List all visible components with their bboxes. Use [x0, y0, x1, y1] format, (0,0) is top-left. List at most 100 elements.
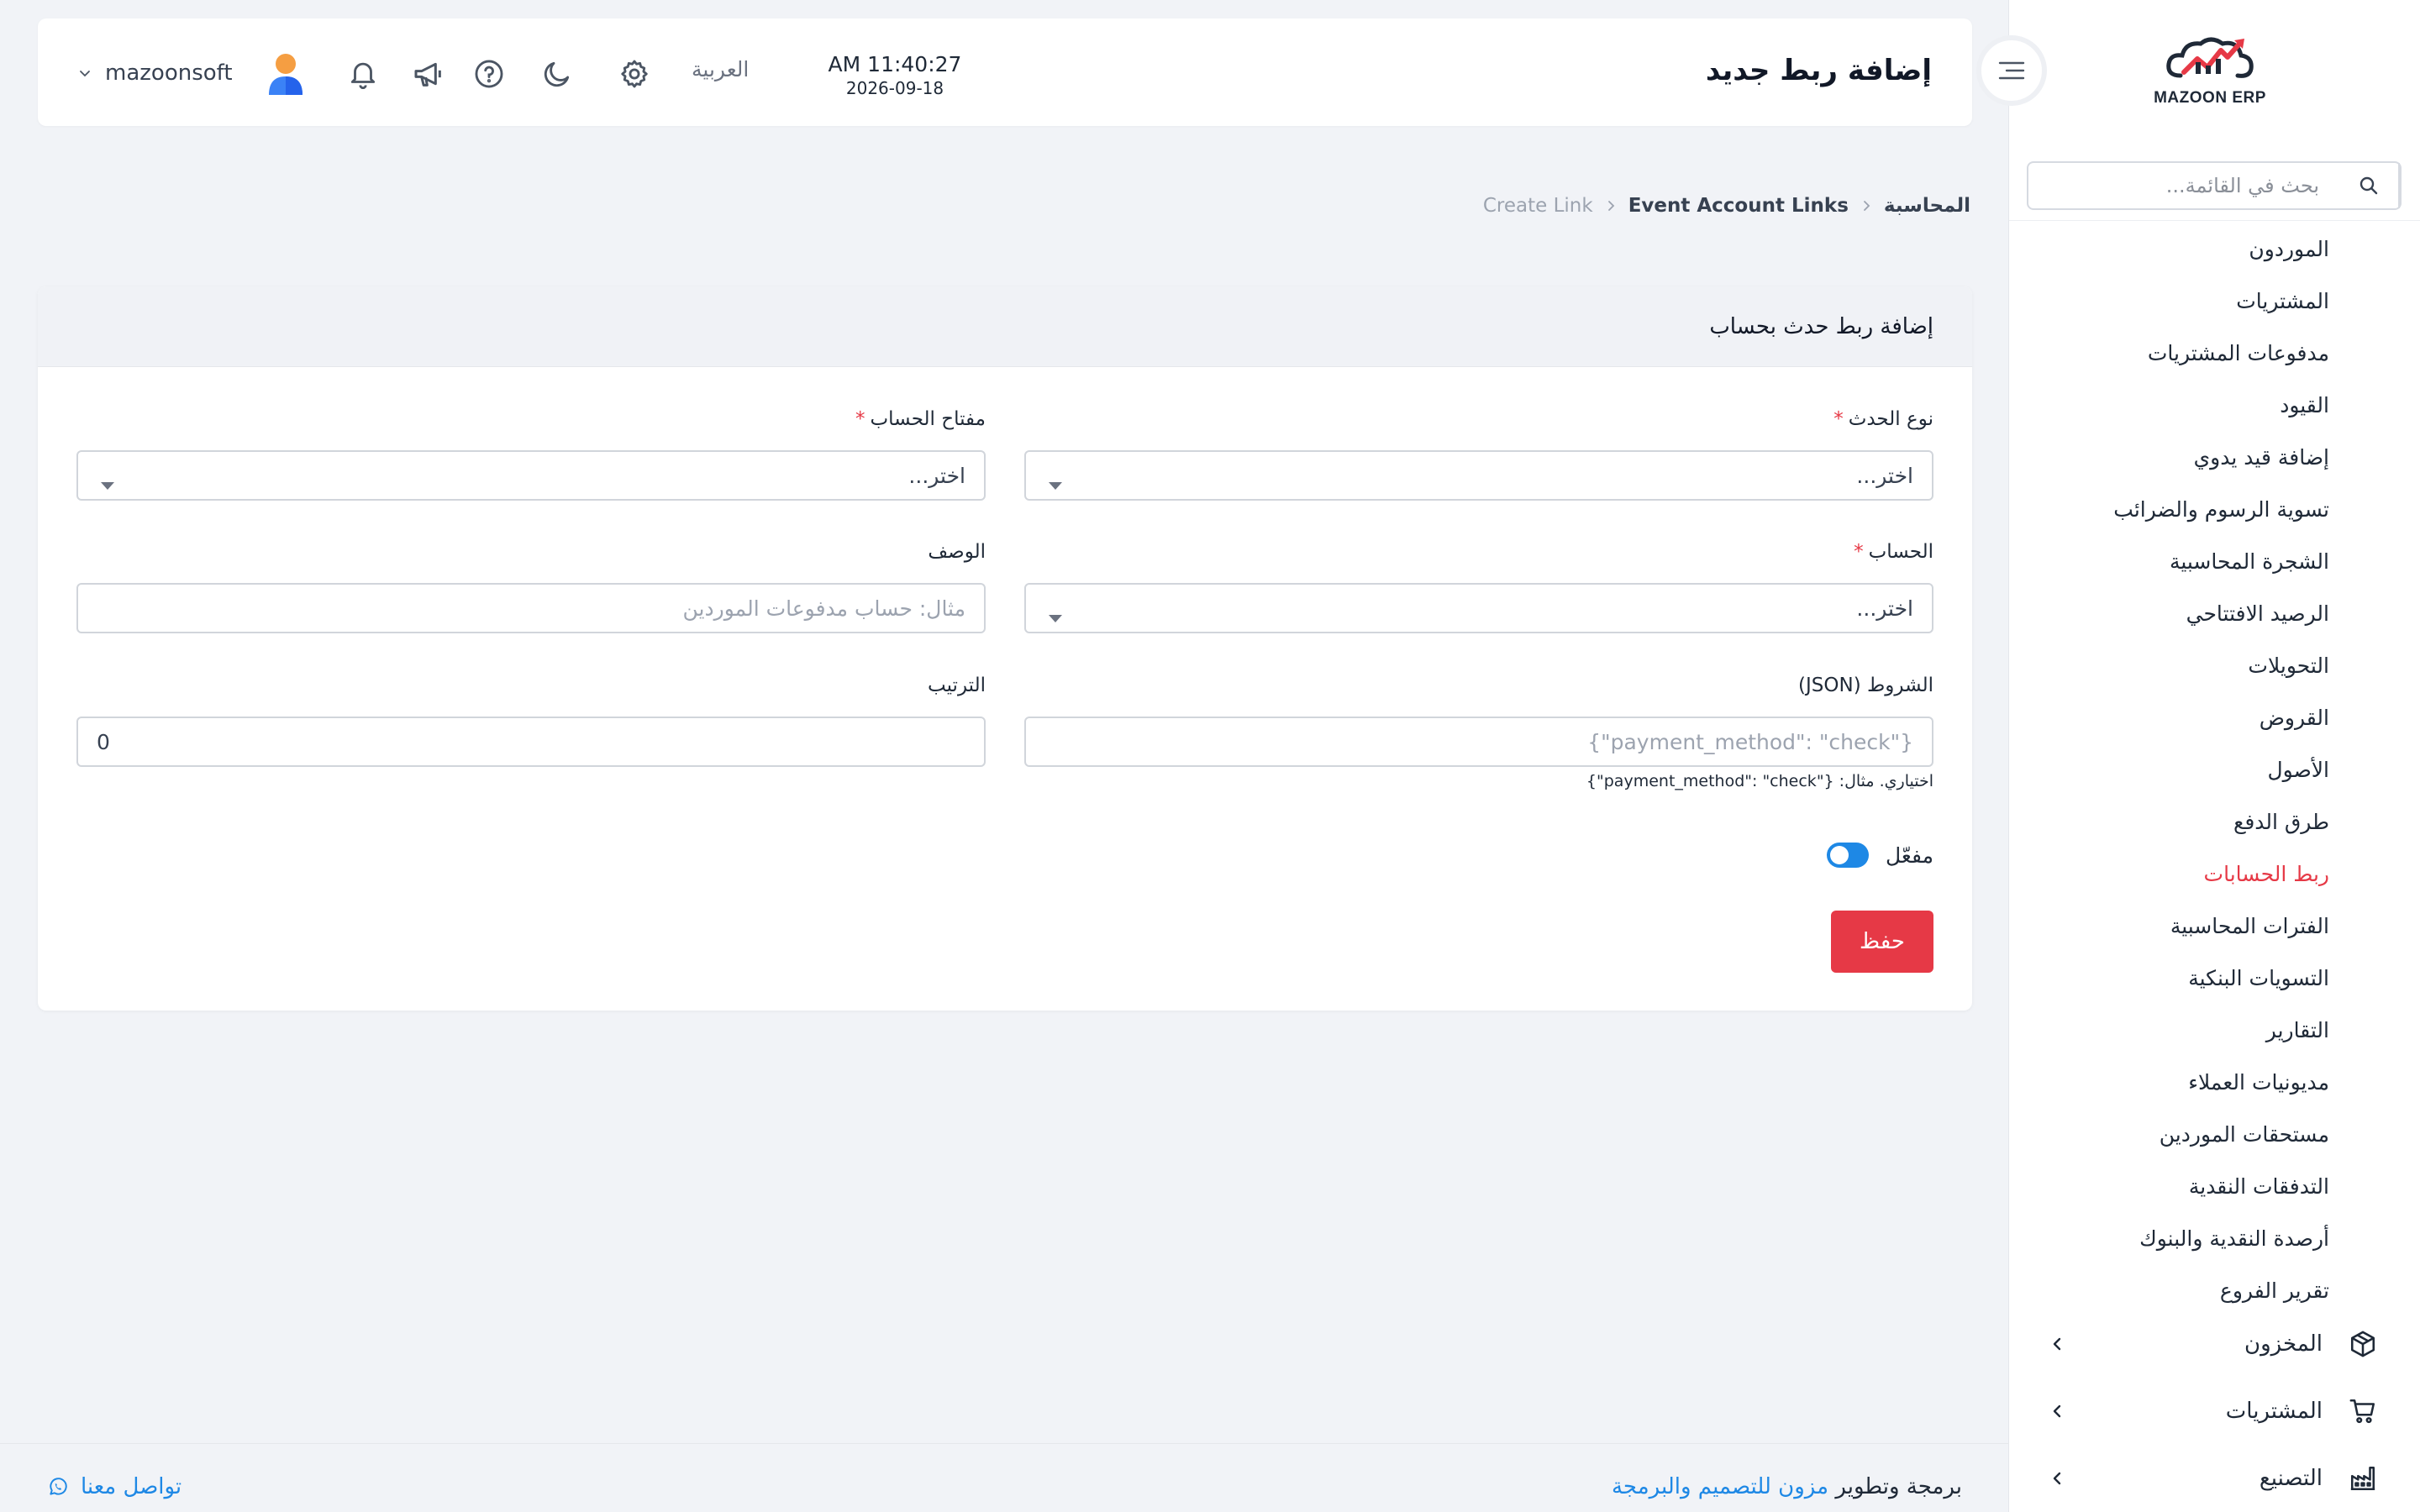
account-key-field: مفتاح الحساب* اختر...	[76, 408, 986, 501]
factory-icon	[2346, 1462, 2380, 1495]
caret-down-icon	[1048, 472, 1063, 496]
sidebar-item-loans[interactable]: القروض	[2009, 691, 2420, 743]
sidebar-search-input[interactable]	[2028, 163, 2339, 208]
account-select[interactable]: اختر...	[1024, 583, 1933, 633]
sidebar-item-chart-of-accounts[interactable]: الشجرة المحاسبية	[2009, 535, 2420, 587]
order-field: الترتيب	[76, 675, 986, 767]
account-label: الحساب*	[1854, 541, 1933, 563]
chevron-left-icon	[2044, 1398, 2070, 1425]
conditions-input[interactable]	[1024, 717, 1933, 767]
sidebar-item-purchases[interactable]: المشتريات	[2009, 275, 2420, 327]
sidebar-item-fees-taxes[interactable]: تسوية الرسوم والضرائب	[2009, 483, 2420, 535]
sidebar-item-customer-debts[interactable]: مديونيات العملاء	[2009, 1056, 2420, 1108]
box-icon	[2346, 1327, 2380, 1361]
sidebar-item-entries[interactable]: القيود	[2009, 379, 2420, 431]
sidebar-group-manufacturing[interactable]: التصنيع	[2009, 1445, 2420, 1512]
sidebar-item-bank-reconciliation[interactable]: التسويات البنكية	[2009, 952, 2420, 1004]
contact-us-link[interactable]: تواصل معنا	[47, 1474, 182, 1499]
bell-icon	[350, 62, 376, 89]
sidebar-item-assets[interactable]: الأصول	[2009, 743, 2420, 795]
username: mazoonsoft	[105, 60, 233, 86]
sidebar-group-inventory[interactable]: المخزون	[2009, 1310, 2420, 1378]
help-icon	[475, 60, 503, 88]
sidebar-group-label: المخزون	[2244, 1331, 2323, 1357]
sidebar-item-cash-bank-balances[interactable]: أرصدة النقدية والبنوك	[2009, 1212, 2420, 1264]
description-label: الوصف	[928, 541, 986, 563]
description-input[interactable]	[76, 583, 986, 633]
notifications-button[interactable]	[345, 55, 381, 92]
cart-icon	[2346, 1394, 2380, 1428]
card-title: إضافة ربط حدث بحساب	[38, 286, 1972, 367]
sidebar-item-branches-report[interactable]: تقرير الفروع	[2009, 1264, 2420, 1316]
account-key-select[interactable]: اختر...	[76, 450, 986, 501]
help-button[interactable]	[471, 55, 508, 92]
breadcrumb-event-account-links[interactable]: Event Account Links	[1628, 195, 1849, 217]
footer-credit: برمجة وتطوير مزون للتصميم والبرمجة	[1612, 1474, 1962, 1499]
credit-brand-link[interactable]: مزون للتصميم والبرمجة	[1612, 1474, 1828, 1499]
account-value: اختر...	[1856, 596, 1913, 621]
clock: AM 11:40:27 2026-09-18	[798, 52, 992, 98]
clock-date: 2026-09-18	[845, 78, 944, 98]
chevron-down-icon	[78, 66, 97, 80]
account-key-value: اختر...	[908, 463, 965, 488]
sidebar-item-manual-entry[interactable]: إضافة قيد يدوي	[2009, 431, 2420, 483]
sidebar-item-transfers[interactable]: التحويلات	[2009, 639, 2420, 691]
logo-text: MAZOON ERP	[2154, 89, 2266, 107]
sidebar-item-purchase-payments[interactable]: مدفوعات المشتريات	[2009, 327, 2420, 379]
breadcrumb-current: Create Link	[1482, 195, 1593, 217]
link-form-card: إضافة ربط حدث بحساب نوع الحدث* اختر... م…	[38, 286, 1972, 1011]
account-key-label: مفتاح الحساب*	[855, 408, 986, 430]
sidebar-group-purchases[interactable]: المشتريات	[2009, 1378, 2420, 1445]
chevron-right-icon	[1605, 200, 1617, 212]
page-title: إضافة ربط جديد	[1705, 54, 1932, 87]
sidebar-toggle-button[interactable]	[1976, 35, 2047, 106]
sidebar-group-label: المشتريات	[2225, 1399, 2323, 1424]
sidebar-item-cash-flows[interactable]: التدفقات النقدية	[2009, 1160, 2420, 1212]
sidebar-item-opening-balance[interactable]: الرصيد الافتتاحي	[2009, 587, 2420, 639]
order-label: الترتيب	[928, 675, 986, 696]
conditions-field: الشروط (JSON)	[1024, 675, 1933, 767]
avatar	[266, 51, 305, 95]
breadcrumb-accounting[interactable]: المحاسبة	[1884, 195, 1970, 217]
sidebar-item-payment-methods[interactable]: طرق الدفع	[2009, 795, 2420, 848]
logo-icon	[2166, 37, 2254, 78]
moon-icon	[544, 61, 570, 87]
sidebar-item-reports[interactable]: التقارير	[2009, 1004, 2420, 1056]
event-type-select[interactable]: اختر...	[1024, 450, 1933, 501]
language-switcher[interactable]: العربية	[692, 57, 749, 81]
top-header: إضافة ربط جديد AM 11:40:27 2026-09-18 ال…	[38, 18, 1972, 126]
announcements-button[interactable]	[410, 55, 447, 92]
sidebar-menu: الموردون المشتريات مدفوعات المشتريات الق…	[2009, 223, 2420, 1316]
account-field: الحساب* اختر...	[1024, 541, 1933, 633]
search-icon[interactable]	[2339, 163, 2400, 208]
footer: برمجة وتطوير مزون للتصميم والبرمجة تواصل…	[0, 1443, 2008, 1512]
order-input[interactable]	[76, 717, 986, 767]
contact-label: تواصل معنا	[81, 1474, 182, 1499]
sidebar-item-suppliers[interactable]: الموردون	[2009, 223, 2420, 275]
chevron-left-icon	[2044, 1465, 2070, 1492]
sidebar-item-account-links[interactable]: ربط الحسابات	[2009, 848, 2420, 900]
chevron-left-icon	[2044, 1331, 2070, 1357]
sidebar: MAZOON ERP الموردون المشتريات مدفوعات ال…	[2008, 0, 2420, 1512]
description-field: الوصف	[76, 541, 986, 633]
sidebar-item-supplier-dues[interactable]: مستحقات الموردين	[2009, 1108, 2420, 1160]
save-button[interactable]: حفظ	[1831, 911, 1933, 973]
menu-icon	[1998, 61, 2025, 80]
app-logo[interactable]: MAZOON ERP	[2151, 34, 2269, 118]
caret-down-icon	[1048, 605, 1063, 629]
breadcrumb: المحاسبة Event Account Links Create Link	[1483, 195, 1970, 217]
sidebar-group-label: التصنيع	[2259, 1466, 2323, 1491]
sidebar-item-fiscal-periods[interactable]: الفترات المحاسبية	[2009, 900, 2420, 952]
settings-button[interactable]	[616, 55, 653, 92]
conditions-hint: اختياري. مثال: {"payment_method": "check…	[1586, 772, 1933, 790]
enabled-label: مفعّل	[1885, 843, 1933, 868]
enabled-toggle[interactable]	[1826, 843, 1869, 868]
sidebar-search	[2027, 161, 2402, 210]
user-menu[interactable]: mazoonsoft	[78, 51, 305, 95]
credit-prefix: برمجة وتطوير	[1835, 1474, 1962, 1499]
conditions-label: الشروط (JSON)	[1798, 675, 1933, 696]
dark-mode-toggle[interactable]	[539, 55, 576, 92]
user-avatar-icon	[268, 54, 302, 95]
megaphone-icon	[414, 62, 441, 87]
gear-icon	[621, 60, 648, 88]
